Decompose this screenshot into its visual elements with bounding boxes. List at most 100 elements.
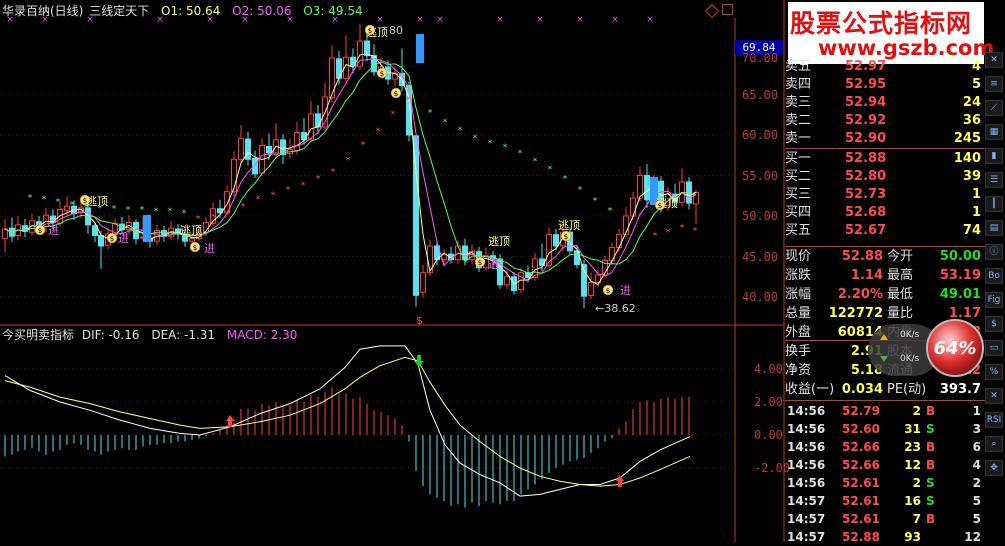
sar-star: * [458,126,463,136]
trade-count: 12 [964,530,981,544]
buy-signal-label: 进 [488,258,499,271]
quote-label: 收益(一) [785,382,835,397]
memory-gauge[interactable]: 64% [926,319,984,377]
quote-label: 最低 [887,287,914,302]
candle-up [64,205,70,211]
orderbook-label: 买三 [785,187,812,202]
quote-label: 最高 [887,268,914,283]
trade-count: 5 [972,512,981,526]
sell-arrow-icon [414,355,424,367]
orderbook-row-sell: 卖一 52.90 245 [785,130,985,148]
orderbook-price: 52.88 [845,151,887,166]
cash-icon[interactable]: $ [985,316,1003,332]
sar-star: * [70,201,75,211]
trade-count: 4 [972,458,981,472]
chart-icon[interactable]: ⟋ [985,100,1003,116]
money-bag-label: $ [478,259,482,267]
trade-time: 14:57 [787,494,826,508]
candle-icon[interactable]: ┃ [985,196,1003,212]
money-bag-label: $ [606,287,610,295]
trade-row: 14:57 52.61 16 S 5 [785,492,985,510]
price-axis-label: 40.00 [742,290,779,304]
trade-count: 5 [972,494,981,508]
fig-icon[interactable]: Fig [985,292,1003,308]
dif-value: DIF: -0.16 [81,328,140,342]
orderbook-label: 卖二 [785,113,812,128]
x-markers: × × × × × × × × × × × × × × × × [6,15,654,25]
orderbook-volume: 5 [971,77,981,92]
macd-name[interactable]: 今买明卖指标 [2,328,74,342]
orderbook-label: 买四 [785,205,812,220]
quote-label: 涨幅 [785,287,812,302]
watermark-panel: 股票公式指标网 www.gszb.com [788,2,994,64]
quote-divider [785,400,985,401]
trade-price: 52.61 [842,512,880,526]
dollar-marker: $ [416,314,423,327]
trade-volume: 23 [904,440,921,454]
trade-volume: 31 [904,422,921,436]
orderbook-volume: 140 [953,151,981,166]
sar-star: * [316,175,321,185]
rsi-icon[interactable]: RSI [985,412,1003,428]
quote-label: 总量 [785,306,812,321]
x-marker: × [241,15,249,25]
orderbook-label: 卖四 [785,77,812,92]
candle-down [266,145,272,154]
orderbook-price: 52.97 [845,59,887,74]
dea-line [4,356,691,487]
x-icon[interactable]: ✕ [985,388,1003,404]
move-icon[interactable]: ✥ [985,460,1003,476]
sar-star: * [211,213,216,223]
bar-icon[interactable]: ▮ [985,148,1003,164]
kline-chart[interactable]: × × × × × × × × × × × × × × × × * * * * * * * * * * * ** * *** ** ****… [0,0,785,542]
search-icon[interactable]: ⌕ [985,436,1003,452]
download-speed: 0K/s [900,354,920,364]
info-icon[interactable]: ⓘ [985,244,1003,260]
doc-icon[interactable]: ▭ [985,340,1003,356]
dea-value: DEA: -1.31 [151,328,216,342]
sar-markers: * * * * * * * * * * * * * * * * * * * * * * * * * * * * * * * * * * * * * * * *… [28,95,698,241]
top-signal-label: 逃顶 [180,224,202,237]
money-bag-label: $ [368,27,372,35]
candle-down [98,234,104,247]
trade-time: 14:56 [787,404,826,418]
x-marker: × [331,15,339,25]
orderbook-volume: 1 [971,187,981,202]
memory-percent: 64% [933,338,977,359]
money-bag-label: $ [38,227,42,235]
trade-time: 14:56 [787,476,826,490]
box-icon[interactable]: Bo [985,268,1003,284]
sar-star: * [182,209,187,219]
list-icon[interactable]: ≡ [985,76,1003,92]
candle-down [413,135,419,296]
trade-volume: 2 [912,476,921,490]
sar-star: * [391,110,396,120]
money-bag-label: $ [658,202,662,210]
sar-star: * [256,195,261,205]
x-marker: × [496,15,504,25]
percent-icon[interactable]: % [985,364,1003,380]
candle-up [294,132,300,151]
grid-icon[interactable]: ▦ [985,124,1003,140]
x-marker: × [416,15,424,25]
sar-star: * [578,185,583,195]
close-icon[interactable]: ✕ [985,52,1003,68]
price-axis-label: 50.00 [742,209,779,223]
lines-icon[interactable]: ☰ [985,172,1003,188]
orderbook-price: 52.90 [845,131,887,146]
candle-down [301,132,307,141]
trade-price: 52.79 [842,404,880,418]
trade-time: 14:57 [787,530,826,544]
macd-value: MACD: 2.30 [226,328,298,342]
sar-star: * [241,202,246,212]
watermark-url: www.gszb.com [818,36,995,60]
orderbook-volume: 36 [962,113,981,128]
sar-star: * [331,167,336,177]
trade-volume: 93 [904,530,921,544]
orderbook-label: 买一 [785,151,812,166]
candle-up [308,113,314,140]
book-icon[interactable]: ▤ [985,220,1003,236]
candle-down [364,40,370,57]
rsi-icon-label: RSI [986,415,1002,425]
candle-up [504,276,510,286]
